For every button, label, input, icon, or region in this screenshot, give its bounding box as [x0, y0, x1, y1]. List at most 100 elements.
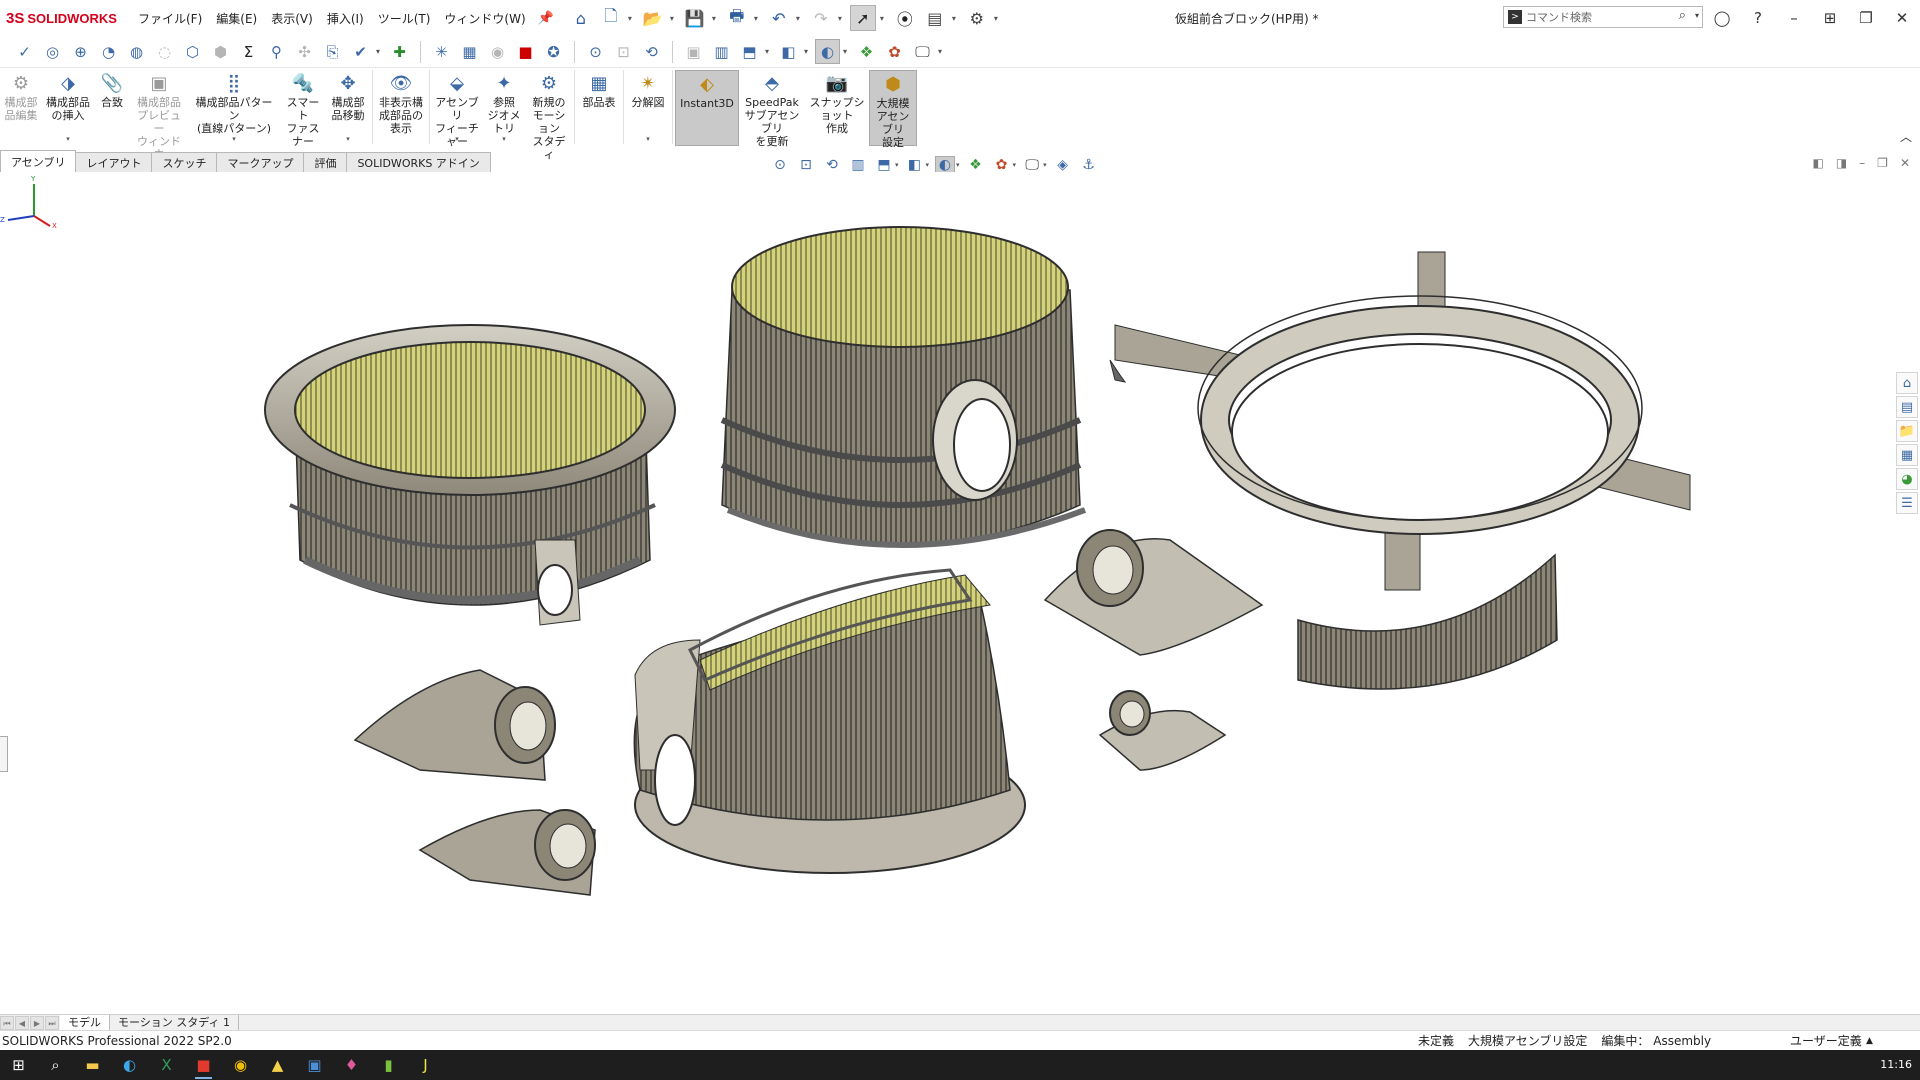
- search-dropdown-icon[interactable]: ▾: [1695, 11, 1699, 20]
- file-explorer-icon[interactable]: 📁: [1896, 420, 1918, 442]
- edge-browser-icon[interactable]: ◐: [111, 1050, 148, 1080]
- tab-markup[interactable]: マークアップ: [216, 152, 305, 172]
- hide-show-dropdown-icon[interactable]: ▾: [843, 47, 851, 56]
- solidworks-resources-icon[interactable]: ⌂: [1896, 372, 1918, 394]
- file-explorer-icon[interactable]: ▬: [74, 1050, 111, 1080]
- collapse-ribbon-icon[interactable]: ︿: [1900, 128, 1912, 145]
- view-settings-dropdown-icon[interactable]: ▾: [938, 47, 946, 56]
- triad-icon[interactable]: ⚓: [1079, 157, 1099, 173]
- assembly-features-dropdown-icon[interactable]: ▾: [455, 135, 459, 143]
- equations-sigma-icon[interactable]: Σ: [236, 39, 261, 64]
- edit-appearance-icon[interactable]: ❖: [854, 39, 879, 64]
- tab-evaluate[interactable]: 評価: [303, 152, 348, 172]
- cylinder-shell-center[interactable]: [720, 226, 1087, 548]
- view-settings-icon[interactable]: 🖵: [910, 39, 935, 64]
- menu-edit[interactable]: 編集(E): [210, 8, 263, 29]
- linear-pattern-button[interactable]: ⣿ 構成部品パターン (直線パターン) ▾: [188, 70, 280, 146]
- zoom-to-area-icon[interactable]: ⊡: [796, 157, 816, 173]
- feature-manager-flyout-tab[interactable]: [0, 736, 8, 772]
- update-speedpak-button[interactable]: ⬘ SpeedPak サブアセンブリ を更新: [739, 70, 805, 148]
- file-properties-icon[interactable]: ▤: [922, 5, 948, 31]
- exploded-view-dropdown-icon[interactable]: ▾: [646, 135, 650, 143]
- hole-alignment-icon[interactable]: ◔: [96, 39, 121, 64]
- dynamic-annotation-views-icon[interactable]: ⬒: [874, 157, 894, 173]
- last-tab-icon[interactable]: ⏭: [45, 1015, 59, 1030]
- tab-assembly[interactable]: アセンブリ: [0, 150, 77, 172]
- measure-icon[interactable]: ◍: [124, 39, 149, 64]
- dropdown-icon[interactable]: ▾: [1043, 161, 1047, 169]
- insert-components-button[interactable]: ⬗ 構成部品 の挿入 ▾: [42, 70, 94, 146]
- assembly-visualization-icon[interactable]: ▦: [457, 39, 482, 64]
- explode-icon[interactable]: ✳: [429, 39, 454, 64]
- interference-detection-icon[interactable]: ◎: [40, 39, 65, 64]
- design-check-icon[interactable]: ✔: [348, 39, 373, 64]
- redo-icon[interactable]: ↷: [808, 5, 834, 31]
- large-assembly-status[interactable]: 大規模アセンブリ設定: [1468, 1032, 1587, 1049]
- ring-frame[interactable]: [1109, 251, 1691, 591]
- check-icon[interactable]: ⬢: [208, 39, 233, 64]
- apply-scene-icon[interactable]: ✿: [882, 39, 907, 64]
- menu-tools[interactable]: ツール(T): [372, 8, 437, 29]
- tab-addins[interactable]: SOLIDWORKS アドイン: [346, 152, 491, 172]
- jw-cad-icon[interactable]: J: [407, 1050, 444, 1080]
- view-settings-icon[interactable]: 🖵: [1022, 157, 1042, 173]
- prev-tab-icon[interactable]: ◀: [15, 1015, 29, 1030]
- nozzle-plate-1[interactable]: [1043, 529, 1264, 656]
- zoom-to-fit-icon[interactable]: ⊙: [583, 39, 608, 64]
- new-motion-study-button[interactable]: ⚙ 新規の モーション スタディ: [526, 70, 572, 161]
- warning-app-icon[interactable]: ▲: [259, 1050, 296, 1080]
- globe-icon[interactable]: ✪: [541, 39, 566, 64]
- bill-of-materials-button[interactable]: ▦ 部品表: [577, 70, 621, 146]
- linear-pattern-dropdown-icon[interactable]: ▾: [232, 135, 236, 143]
- viewport-restore-icon[interactable]: ❐: [1877, 156, 1888, 170]
- next-tab-icon[interactable]: ▶: [30, 1015, 44, 1030]
- view-orientation-icon[interactable]: ⬒: [737, 39, 762, 64]
- droplet-app-icon[interactable]: ♦: [333, 1050, 370, 1080]
- save-icon[interactable]: 💾: [682, 5, 708, 31]
- exploded-view-button[interactable]: ✴ 分解図 ▾: [626, 70, 670, 146]
- open-dropdown-icon[interactable]: ▾: [670, 14, 678, 23]
- excel-icon[interactable]: X: [148, 1050, 185, 1080]
- solidworks-logo[interactable]: 3S SOLIDWORKS: [0, 10, 132, 27]
- large-assembly-settings-button[interactable]: ⬢ 大規模 アセンブリ 設定: [869, 70, 917, 149]
- red-block-icon[interactable]: ■: [513, 39, 538, 64]
- standard-views-cube-icon[interactable]: ◈: [1053, 157, 1073, 173]
- spell-check-icon[interactable]: ✓: [12, 39, 37, 64]
- split-right-icon[interactable]: ◨: [1836, 156, 1847, 170]
- display-style-dropdown-icon[interactable]: ▾: [804, 47, 812, 56]
- select-dropdown-icon[interactable]: ▾: [880, 14, 888, 23]
- tab-layout[interactable]: レイアウト: [75, 152, 153, 172]
- search-icon[interactable]: ⌕: [37, 1050, 74, 1080]
- dropdown-icon[interactable]: ▾: [956, 161, 960, 169]
- nozzle-plate-2[interactable]: [1098, 690, 1227, 771]
- redo-dropdown-icon[interactable]: ▾: [838, 14, 846, 23]
- apply-scene-icon[interactable]: ✿: [992, 157, 1012, 173]
- assembly-model-render[interactable]: [0, 172, 1920, 1014]
- view-orientation-dropdown-icon[interactable]: ▾: [765, 47, 773, 56]
- menu-window[interactable]: ウィンドウ(W): [438, 8, 531, 29]
- unit-system[interactable]: ユーザー定義: [1790, 1032, 1862, 1049]
- smart-fasteners-button[interactable]: 🔩 スマート ファスナー: [280, 70, 326, 148]
- windows-start-icon[interactable]: ⊞: [0, 1050, 37, 1080]
- custom-properties-icon[interactable]: ☰: [1896, 492, 1918, 514]
- previous-view-icon[interactable]: ⟲: [822, 157, 842, 173]
- print-icon[interactable]: 🖶: [724, 5, 750, 31]
- tile-windows-icon[interactable]: ⊞: [1812, 0, 1848, 36]
- show-hidden-components-button[interactable]: 👁 非表示構 成部品の 表示: [375, 70, 427, 146]
- new-dropdown-icon[interactable]: ▾: [628, 14, 636, 23]
- split-left-icon[interactable]: ◧: [1812, 156, 1823, 170]
- move-component-button[interactable]: ✥ 構成部 品移動 ▾: [326, 70, 370, 146]
- options-gear-icon[interactable]: ⚙: [964, 5, 990, 31]
- status-expand-icon[interactable]: ▲: [1866, 1036, 1873, 1046]
- first-tab-icon[interactable]: ⏮: [0, 1015, 14, 1030]
- solidworks-taskbar-icon[interactable]: ■: [185, 1050, 222, 1080]
- undo-icon[interactable]: ↶: [766, 5, 792, 31]
- copy-settings-icon[interactable]: ⎘: [320, 39, 345, 64]
- search-icon[interactable]: ⌕: [1679, 8, 1686, 23]
- taskbar-clock[interactable]: 11:16: [1880, 1058, 1912, 1071]
- image-viewer-icon[interactable]: ▣: [296, 1050, 333, 1080]
- dropdown-icon[interactable]: ▾: [895, 161, 899, 169]
- new-document-icon[interactable]: 🗋: [598, 5, 624, 31]
- dropdown-icon[interactable]: ▾: [926, 161, 930, 169]
- appearances-icon[interactable]: ◕: [1896, 468, 1918, 490]
